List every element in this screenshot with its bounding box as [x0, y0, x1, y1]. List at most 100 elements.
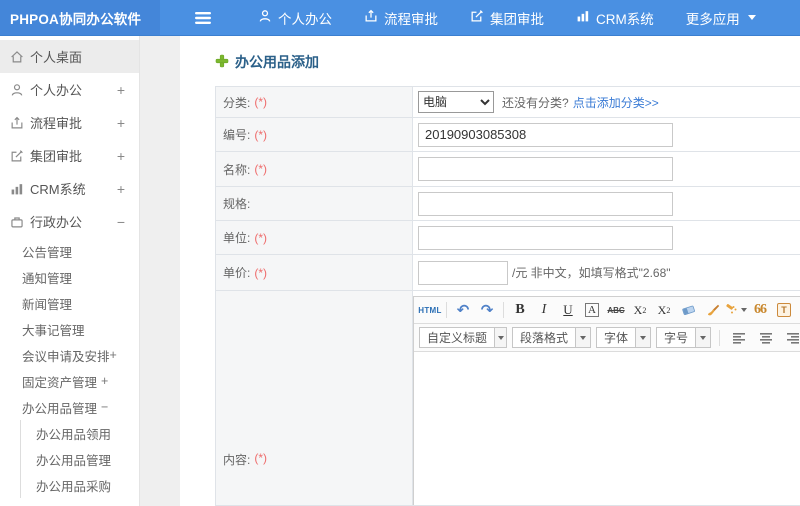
sidebar-subitem-office-supplies-mgmt[interactable]: 办公用品管理 − — [0, 394, 139, 420]
nav-item-more-apps[interactable]: 更多应用 — [670, 0, 772, 35]
nav-item-group-approval[interactable]: 集团审批 — [454, 0, 560, 35]
bar-chart-icon — [576, 9, 590, 26]
subscript-button[interactable]: X2 — [653, 300, 675, 320]
unit-input[interactable] — [418, 225, 673, 250]
content-area: 办公用品添加 分类: (*) 电脑 还没有分类? 点击添加分类>> 编号: (*… — [140, 36, 800, 506]
add-supplies-form: 分类: (*) 电脑 还没有分类? 点击添加分类>> 编号: (*) 20190… — [215, 86, 800, 506]
sidebar-item-crm[interactable]: CRM系统 + — [0, 172, 139, 205]
sidebar-item-personal-desktop[interactable]: 个人桌面 — [0, 40, 139, 73]
category-label: 分类: (*) — [216, 87, 413, 117]
rich-text-editor-cell: HTML ↶ ↷ B I U A ABC X 2 X 2 66 T 自定义标题 … — [413, 291, 800, 505]
nav-item-process-approval[interactable]: 流程审批 — [348, 0, 454, 35]
font-size-select[interactable]: 字号 — [656, 327, 712, 348]
source-code-button[interactable]: HTML — [418, 300, 441, 320]
nav-item-label: 个人办公 — [278, 11, 332, 27]
user-icon — [10, 83, 28, 97]
plus-icon — [215, 54, 229, 71]
required-asterisk: (*) — [254, 162, 268, 176]
sidebar-subitem-announcement-mgmt[interactable]: 公告管理 — [0, 238, 139, 264]
caret-down-icon — [635, 328, 651, 347]
edit-square-icon — [470, 9, 484, 26]
name-label: 名称: (*) — [216, 152, 413, 186]
number-input[interactable] — [418, 122, 673, 147]
price-format-hint: /元 非中文，如填写格式"2.68" — [512, 266, 671, 280]
spec-input[interactable] — [418, 191, 673, 216]
required-asterisk: (*) — [254, 265, 268, 280]
app-logo: PHPOA协同办公软件 — [0, 0, 160, 35]
underline-button[interactable]: U — [557, 300, 579, 320]
navbar-menu: 个人办公 流程审批 集团审批 CRM系统 更多应用 — [242, 0, 772, 35]
eraser-icon[interactable] — [677, 300, 699, 320]
spec-label: 规格: — [216, 187, 413, 220]
align-left-icon[interactable] — [728, 328, 750, 348]
form-panel: 办公用品添加 分类: (*) 电脑 还没有分类? 点击添加分类>> 编号: (*… — [180, 36, 800, 506]
sidebar-item-process-approval[interactable]: 流程审批 + — [0, 106, 139, 139]
bar-chart-icon — [10, 182, 28, 196]
align-center-icon[interactable] — [755, 328, 777, 348]
sidebar: 个人桌面 个人办公 + 流程审批 + 集团审批 + CRM系统 + 行政办公 −… — [0, 36, 140, 506]
redo-icon[interactable]: ↷ — [476, 300, 498, 320]
hamburger-menu-icon[interactable] — [194, 0, 212, 35]
sidebar-subitem-memorabilia-mgmt[interactable]: 大事记管理 — [0, 316, 139, 342]
form-row-unit: 单位: (*) — [216, 221, 800, 255]
required-asterisk: (*) — [254, 230, 268, 245]
format-painter-icon[interactable] — [725, 300, 747, 320]
editor-toolbar-row1: HTML ↶ ↷ B I U A ABC X 2 X 2 66 T — [414, 297, 800, 324]
nav-item-crm[interactable]: CRM系统 — [560, 0, 670, 35]
process-approval-icon — [10, 116, 28, 130]
paste-text-button[interactable]: T — [773, 300, 795, 320]
sidebar-item-office-supplies-purchase[interactable]: 办公用品采购 — [21, 472, 139, 498]
required-asterisk: (*) — [254, 95, 268, 109]
editor-content-area[interactable] — [414, 352, 800, 505]
sidebar-item-office-supplies-manage[interactable]: 办公用品管理 — [21, 446, 139, 472]
italic-button[interactable]: I — [533, 300, 555, 320]
number-label: 编号: (*) — [216, 118, 413, 151]
caret-down-icon — [695, 328, 711, 347]
price-input[interactable] — [418, 260, 508, 285]
bold-button[interactable]: B — [509, 300, 531, 320]
sidebar-subitem-notice-mgmt[interactable]: 通知管理 — [0, 264, 139, 290]
nav-item-label: 更多应用 — [685, 11, 740, 27]
nav-item-label: CRM系统 — [596, 11, 654, 27]
unit-label: 单位: (*) — [216, 221, 413, 254]
editor-toolbar-row2: 自定义标题 段落格式 字体 字号 — [414, 324, 800, 352]
strikethrough-button[interactable]: ABC — [605, 300, 627, 320]
add-category-link[interactable]: 点击添加分类>> — [573, 94, 659, 111]
required-asterisk: (*) — [254, 127, 268, 142]
top-navbar: PHPOA协同办公软件 个人办公 流程审批 集团审批 CRM系统 更多应用 — [0, 0, 800, 36]
form-row-number: 编号: (*) — [216, 118, 800, 152]
form-row-spec: 规格: — [216, 187, 800, 221]
blockquote-button[interactable]: 66 — [749, 300, 771, 320]
form-row-content: 内容: (*) HTML ↶ ↷ B I U A ABC X 2 X 2 66 … — [216, 291, 800, 505]
sidebar-item-office-supplies-receive[interactable]: 办公用品领用 — [21, 420, 139, 446]
sidebar-subitem-meeting-request[interactable]: 会议申请及安排 + — [0, 342, 139, 368]
category-select[interactable]: 电脑 — [418, 91, 494, 113]
custom-title-select[interactable]: 自定义标题 — [419, 327, 507, 348]
user-icon — [258, 9, 272, 26]
nav-item-label: 集团审批 — [490, 11, 544, 27]
font-border-button[interactable]: A — [581, 300, 603, 320]
sidebar-subitem-news-mgmt[interactable]: 新闻管理 — [0, 290, 139, 316]
superscript-button[interactable]: X2 — [629, 300, 651, 320]
font-family-select[interactable]: 字体 — [596, 327, 652, 348]
page-title: 办公用品添加 — [215, 52, 800, 72]
undo-icon[interactable]: ↶ — [452, 300, 474, 320]
form-row-category: 分类: (*) 电脑 还没有分类? 点击添加分类>> — [216, 87, 800, 118]
align-right-icon[interactable] — [782, 328, 800, 348]
sidebar-item-personal-office[interactable]: 个人办公 + — [0, 73, 139, 106]
page-title-text: 办公用品添加 — [235, 54, 319, 70]
caret-down-icon — [575, 328, 591, 347]
paragraph-format-select[interactable]: 段落格式 — [512, 327, 592, 348]
paint-brush-icon[interactable] — [701, 300, 723, 320]
name-input[interactable] — [418, 157, 673, 181]
form-row-price: 单价: (*) /元 非中文，如填写格式"2.68" — [216, 255, 800, 291]
sidebar-third-level-list: 办公用品领用 办公用品管理 办公用品采购 — [20, 420, 139, 498]
sidebar-item-admin-office[interactable]: 行政办公 − — [0, 205, 139, 238]
nav-item-personal-office[interactable]: 个人办公 — [242, 0, 348, 35]
process-approval-icon — [364, 9, 378, 26]
caret-down-icon — [747, 15, 756, 20]
nav-item-label: 流程审批 — [384, 11, 438, 27]
sidebar-item-group-approval[interactable]: 集团审批 + — [0, 139, 139, 172]
home-icon — [10, 50, 28, 64]
sidebar-subitem-fixed-assets-mgmt[interactable]: 固定资产管理 + — [0, 368, 139, 394]
